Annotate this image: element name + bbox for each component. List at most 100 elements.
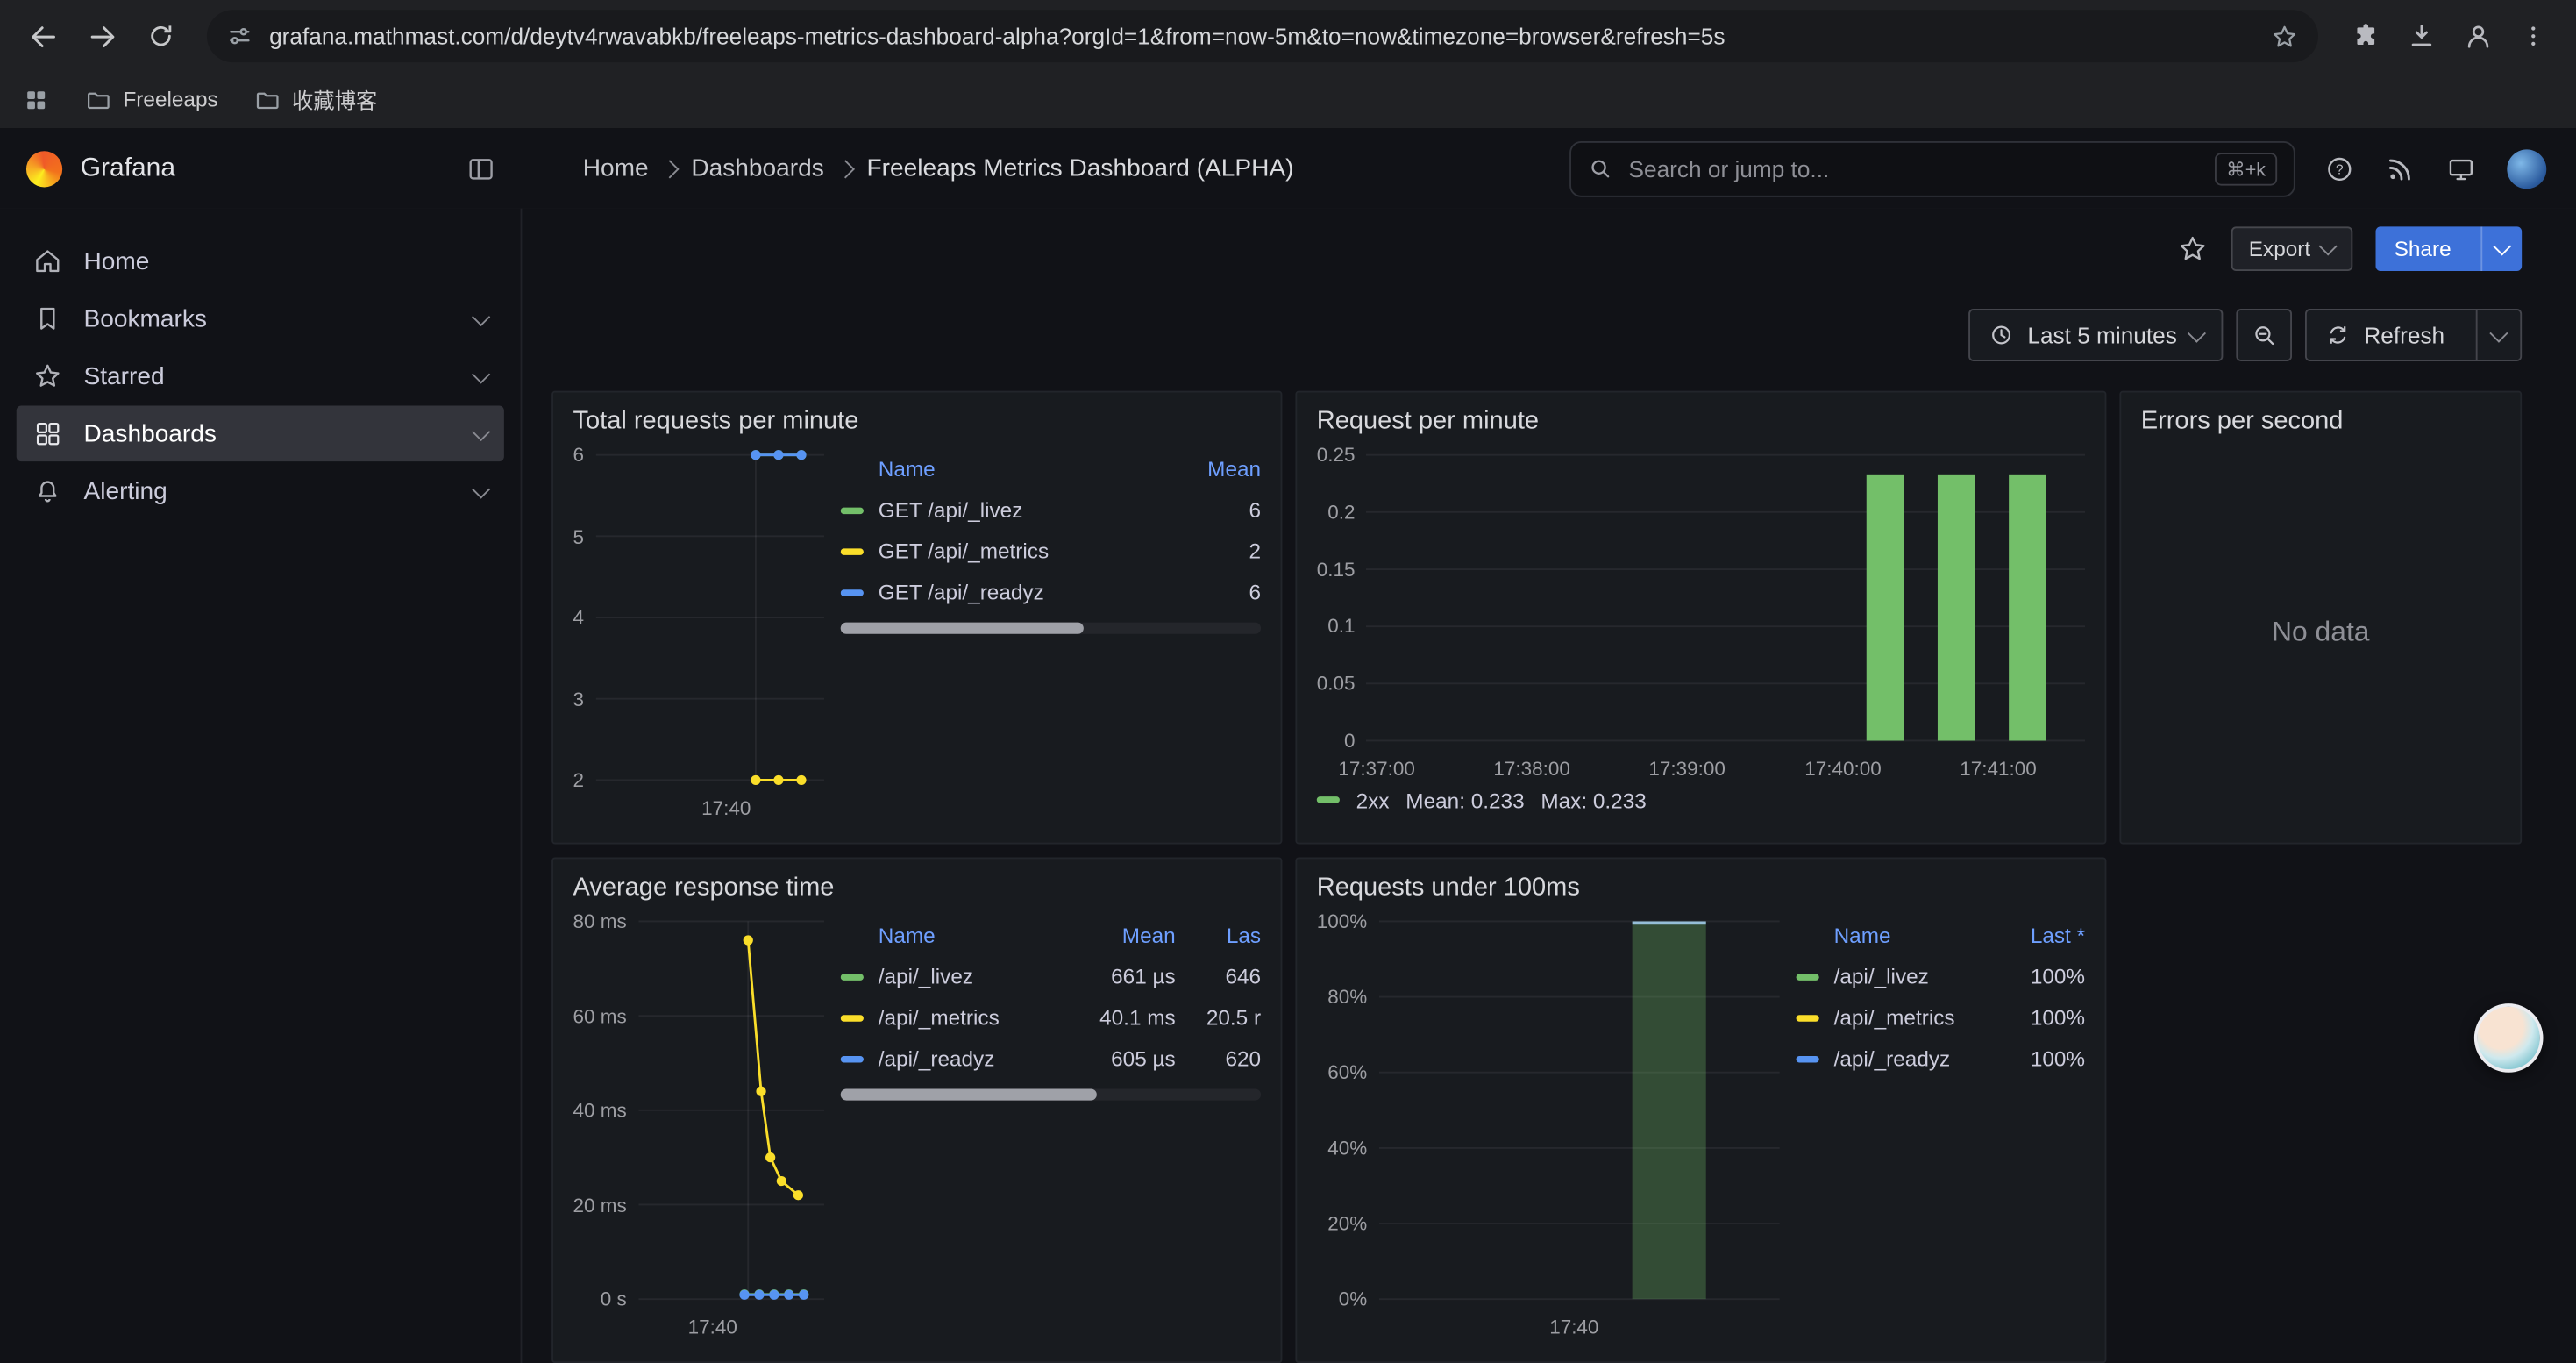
legend-header-mean[interactable]: Mean <box>1071 923 1176 947</box>
share-button[interactable]: Share <box>2376 225 2522 270</box>
sidebar-item-home[interactable]: Home <box>17 233 504 289</box>
bookmark-item-blogs[interactable]: 收藏博客 <box>254 83 377 115</box>
kiosk-monitor-icon[interactable] <box>2446 153 2476 183</box>
legend-scrollbar[interactable] <box>841 623 1261 634</box>
bookmark-label: Freeleaps <box>123 87 217 111</box>
forward-button[interactable] <box>75 10 128 62</box>
series-name[interactable]: /api/_livez <box>879 964 973 988</box>
grafana-header: Grafana Home Dashboards Freeleaps Metric… <box>0 128 2576 211</box>
series-last: 620 <box>1189 1046 1261 1071</box>
refresh-interval-button[interactable] <box>2476 310 2521 360</box>
zoom-out-button[interactable] <box>2236 309 2292 361</box>
legend-table: Name Mean GET /api/_livez 6 GET /api/_me… <box>841 445 1261 819</box>
refresh-button[interactable]: Refresh <box>2307 310 2463 360</box>
menu-kebab-icon[interactable] <box>2520 23 2546 49</box>
favorite-star-icon[interactable] <box>2176 232 2208 264</box>
scrollbar-thumb[interactable] <box>841 1088 1097 1100</box>
chevron-down-icon[interactable] <box>472 479 490 497</box>
series-name[interactable]: /api/_livez <box>1834 964 1929 988</box>
legend-scrollbar[interactable] <box>841 1088 1261 1100</box>
site-settings-icon[interactable] <box>226 23 253 49</box>
series-swatch <box>841 1014 864 1020</box>
help-icon[interactable]: ? <box>2324 153 2354 183</box>
y-axis-labels: 0.250.20.150.10.050 <box>1317 445 1367 750</box>
legend-header-name[interactable]: Name <box>1797 923 1981 947</box>
series-mean: 2 <box>1169 539 1261 563</box>
share-label[interactable]: Share <box>2376 225 2469 270</box>
panel-title[interactable]: Total requests per minute <box>573 407 1262 437</box>
legend-mean: Mean: 0.233 <box>1405 788 1524 812</box>
bookmark-item-freeleaps[interactable]: Freeleaps <box>85 86 217 112</box>
url-text[interactable]: grafana.mathmast.com/d/deytv4rwavabkb/fr… <box>269 23 2254 49</box>
refresh-button-group: Refresh <box>2305 309 2522 361</box>
search-box[interactable]: ⌘+k <box>1569 140 2295 196</box>
series-name[interactable]: /api/_metrics <box>879 1005 1000 1030</box>
extensions-icon[interactable] <box>2351 21 2380 51</box>
time-range-picker[interactable]: Last 5 minutes <box>1968 309 2223 361</box>
legend-header-name[interactable]: Name <box>841 923 1057 947</box>
bar-chart: 100%80%60%40%20%0% 17:40 <box>1317 911 1780 1338</box>
series-name[interactable]: /api/_readyz <box>1834 1046 1951 1071</box>
zoom-out-icon <box>2251 322 2277 348</box>
legend-row: /api/_metrics 100% <box>1797 997 2086 1038</box>
series-name[interactable]: /api/_readyz <box>879 1046 995 1071</box>
news-rss-icon[interactable] <box>2386 153 2416 183</box>
series-name[interactable]: GET /api/_metrics <box>879 539 1049 563</box>
sidebar-item-label: Bookmarks <box>83 304 206 332</box>
sidebar-item-dashboards[interactable]: Dashboards <box>17 406 504 462</box>
share-menu-button[interactable] <box>2480 225 2522 270</box>
series-name[interactable]: GET /api/_livez <box>879 497 1023 522</box>
sidebar-item-alerting[interactable]: Alerting <box>17 463 504 519</box>
series-swatch <box>841 507 864 513</box>
x-axis-labels: 17:40 <box>573 790 824 820</box>
sidebar-collapse-icon[interactable] <box>466 153 496 183</box>
panel-title[interactable]: Request per minute <box>1317 407 2085 437</box>
bookmark-star-icon[interactable] <box>2271 22 2299 50</box>
sidebar-item-starred[interactable]: Starred <box>17 348 504 404</box>
series-name[interactable]: 2xx <box>1356 788 1390 812</box>
panel-avg-response-time: Average response time 80 ms60 ms40 ms20 … <box>551 857 1282 1363</box>
chevron-down-icon <box>2493 236 2511 254</box>
chevron-down-icon[interactable] <box>472 307 490 325</box>
panel-title[interactable]: Average response time <box>573 874 1262 903</box>
browser-toolbar: grafana.mathmast.com/d/deytv4rwavabkb/fr… <box>0 0 2576 72</box>
legend-header-name[interactable]: Name <box>841 457 1156 482</box>
home-icon <box>32 246 62 276</box>
plot-area[interactable] <box>1378 911 1779 1309</box>
series-last: 100% <box>1993 1046 2085 1071</box>
back-button[interactable] <box>17 10 69 62</box>
chevron-down-icon <box>2188 324 2206 342</box>
downloads-icon[interactable] <box>2407 21 2437 51</box>
panel-title[interactable]: Requests under 100ms <box>1317 874 2085 903</box>
plot-area[interactable] <box>1367 445 2085 750</box>
assistant-avatar-widget[interactable] <box>2474 1003 2544 1073</box>
apps-grid-icon[interactable] <box>23 86 49 112</box>
legend-header-last[interactable]: Last * <box>1993 923 2085 947</box>
legend-header-mean[interactable]: Mean <box>1169 457 1261 482</box>
series-mean: 6 <box>1169 497 1261 522</box>
plot-area[interactable] <box>595 445 824 789</box>
breadcrumb-home[interactable]: Home <box>583 154 649 182</box>
chevron-down-icon[interactable] <box>472 422 490 440</box>
scrollbar-thumb[interactable] <box>841 623 1085 634</box>
export-button[interactable]: Export <box>2231 225 2353 270</box>
plot-area[interactable] <box>638 911 824 1309</box>
sidebar-item-bookmarks[interactable]: Bookmarks <box>17 290 504 346</box>
user-avatar[interactable] <box>2507 148 2546 188</box>
grafana-logo[interactable] <box>26 150 62 186</box>
chevron-down-icon <box>2489 324 2508 342</box>
breadcrumb-dashboards[interactable]: Dashboards <box>691 154 823 182</box>
address-bar[interactable]: grafana.mathmast.com/d/deytv4rwavabkb/fr… <box>207 10 2318 62</box>
legend-header-last[interactable]: Las <box>1189 923 1261 947</box>
panel-title[interactable]: Errors per second <box>2141 407 2501 437</box>
chevron-down-icon[interactable] <box>472 364 490 382</box>
legend-row: GET /api/_readyz 6 <box>841 572 1261 613</box>
search-input[interactable] <box>1626 153 2215 183</box>
y-axis-labels: 65432 <box>573 445 596 789</box>
profile-icon[interactable] <box>2463 20 2494 52</box>
series-name[interactable]: GET /api/_readyz <box>879 580 1044 604</box>
reload-button[interactable] <box>135 10 188 62</box>
series-name[interactable]: /api/_metrics <box>1834 1005 1955 1030</box>
legend-max: Max: 0.233 <box>1541 788 1646 812</box>
refresh-label: Refresh <box>2364 322 2444 348</box>
